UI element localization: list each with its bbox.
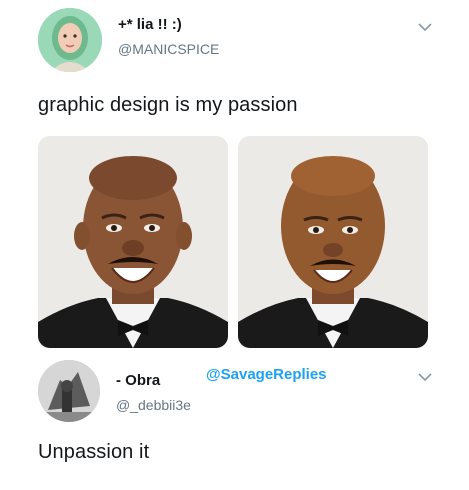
tweet-photo-edited[interactable] (238, 136, 428, 348)
mention-link[interactable]: @SavageReplies (206, 366, 327, 383)
chevron-down-icon[interactable] (416, 368, 434, 386)
user-avatar-icon[interactable] (38, 360, 100, 422)
user-handle[interactable]: @_debbii3e (116, 397, 191, 413)
tweet-text: graphic design is my passion (38, 94, 298, 116)
tweet-photo-original[interactable] (38, 136, 228, 348)
tweet: +* lia !! :) @MANICSPICE graphic design … (0, 0, 469, 350)
user-handle[interactable]: @MANICSPICE (118, 41, 219, 57)
display-name[interactable]: +* lia !! :) (118, 16, 182, 33)
chevron-down-icon[interactable] (416, 18, 434, 36)
user-avatar-icon[interactable] (38, 8, 102, 72)
tweet-reply: - Obra @SavageReplies @_debbii3e Unpassi… (0, 352, 469, 490)
display-name[interactable]: - Obra (116, 372, 160, 389)
tweet-text: Unpassion it (38, 441, 150, 463)
